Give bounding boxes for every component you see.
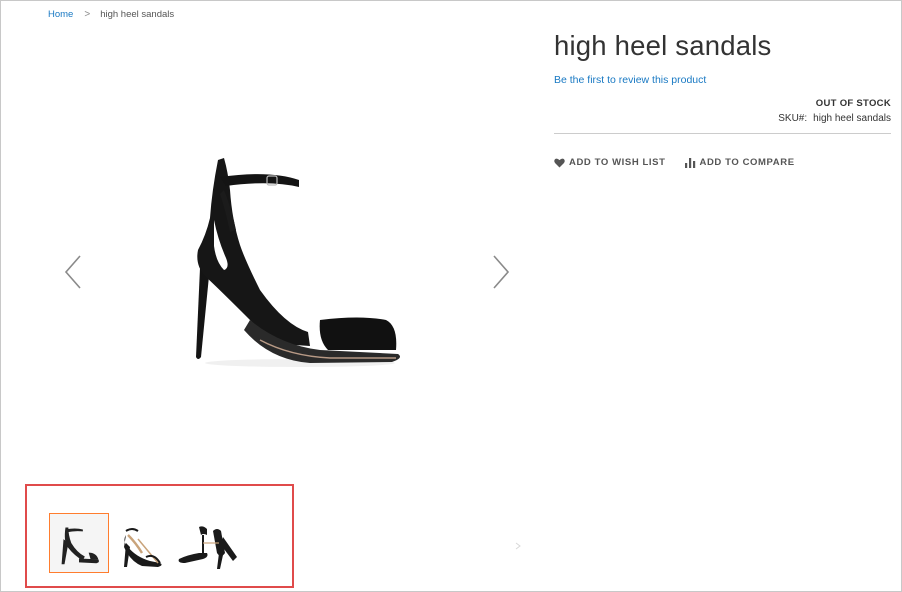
heart-icon <box>554 158 565 168</box>
chevron-left-icon[interactable] <box>60 252 88 292</box>
sku-label: SKU#: <box>778 113 808 124</box>
breadcrumb-separator: > <box>84 9 91 20</box>
product-title: high heel sandals <box>554 30 772 61</box>
review-link[interactable]: Be the first to review this product <box>554 74 891 86</box>
bar-chart-icon <box>684 157 695 168</box>
thumbnail-2[interactable] <box>112 513 172 573</box>
product-info-panel: high heel sandals Be the first to review… <box>554 28 891 168</box>
sku-line: SKU#: high heel sandals <box>778 113 891 124</box>
divider <box>554 133 891 134</box>
wishlist-label: ADD TO WISH LIST <box>569 157 666 168</box>
add-to-compare-button[interactable]: ADD TO COMPARE <box>684 157 795 168</box>
chevron-right-icon[interactable] <box>486 252 514 292</box>
main-product-image <box>196 158 400 367</box>
thumbnail-3[interactable] <box>173 513 239 573</box>
product-gallery <box>60 110 520 420</box>
breadcrumb: Home > high heel sandals <box>48 9 174 20</box>
breadcrumb-current: high heel sandals <box>100 9 175 20</box>
compare-label: ADD TO COMPARE <box>699 157 795 168</box>
add-to-wishlist-button[interactable]: ADD TO WISH LIST <box>554 157 666 168</box>
thumbnail-1[interactable] <box>49 513 109 573</box>
breadcrumb-home-link[interactable]: Home <box>48 9 73 20</box>
sku-value: high heel sandals <box>813 113 891 124</box>
stock-status: OUT OF STOCK <box>815 98 891 109</box>
chevron-right-small-icon <box>515 542 521 550</box>
thumbnail-strip <box>25 484 294 588</box>
product-actions: ADD TO WISH LIST ADD TO COMPARE <box>554 157 795 168</box>
